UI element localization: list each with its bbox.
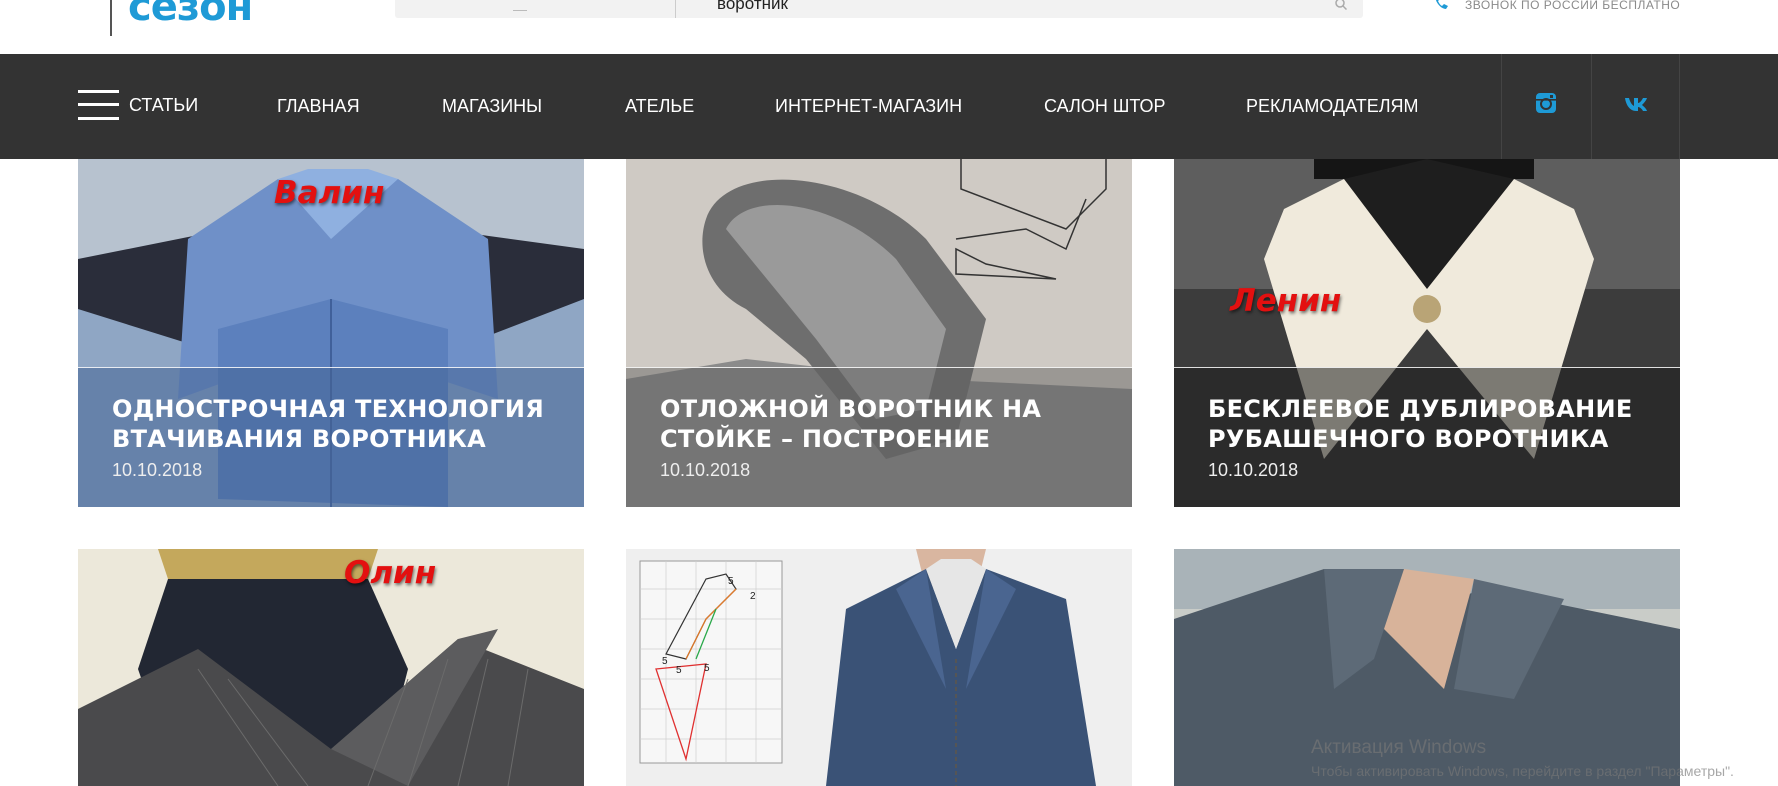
nav-item-atelier[interactable]: АТЕЛЬЕ (625, 96, 694, 117)
search-icon[interactable] (1335, 0, 1347, 10)
windows-activation-subtitle: Чтобы активировать Windows, перейдите в … (1311, 763, 1734, 779)
search-input[interactable]: воротник (717, 0, 788, 14)
nav-divider (1501, 54, 1502, 159)
search-divider (675, 0, 676, 18)
search-bar[interactable]: воротник (395, 0, 1363, 18)
watermark-stamp: Олин (344, 555, 437, 591)
pattern-label: 5 (728, 576, 734, 587)
watermark-stamp: Валин (274, 175, 385, 211)
article-title[interactable]: ОТЛОЖНОЙ ВОРОТНИК НА СТОЙКЕ – ПОСТРОЕНИЕ (660, 394, 1041, 454)
article-date: 10.10.2018 (112, 460, 203, 480)
instagram-icon[interactable] (1534, 91, 1558, 115)
nav-item-shops[interactable]: МАГАЗИНЫ (442, 96, 542, 117)
article-card[interactable]: ОТЛОЖНОЙ ВОРОТНИК НА СТОЙКЕ – ПОСТРОЕНИЕ… (626, 159, 1132, 507)
pattern-label: 5 (704, 663, 710, 674)
article-image-denim-jacket: 5 2 5 5 5 (626, 549, 1132, 786)
article-card[interactable]: Олин (78, 549, 584, 786)
article-title[interactable]: ОДНОСТРОЧНАЯ ТЕХНОЛОГИЯ ВТАЧИВАНИЯ ВОРОТ… (112, 394, 544, 454)
nav-divider (1679, 54, 1680, 159)
articles-menu-label: СТАТЬИ (129, 94, 199, 115)
article-title-line: РУБАШЕЧНОГО ВОРОТНИКА (1208, 425, 1609, 453)
article-card[interactable]: Ленин БЕСКЛЕЕВОЕ ДУБЛИРОВАНИЕ РУБАШЕЧНОГ… (1174, 159, 1680, 507)
phone-caption: ЗВОНОК ПО РОССИИ БЕСПЛАТНО (1465, 0, 1681, 12)
article-title-line: ОТЛОЖНОЙ ВОРОТНИК НА (660, 395, 1042, 423)
pattern-label: 2 (750, 591, 756, 602)
article-image-striped-shirt (78, 549, 584, 786)
article-title-line: ВТАЧИВАНИЯ ВОРОТНИКА (112, 425, 487, 453)
search-category-select[interactable] (513, 0, 527, 11)
article-date: 10.10.2018 (1208, 460, 1299, 480)
site-logo[interactable]: сезон (128, 0, 253, 30)
article-card[interactable]: 5 2 5 5 5 (626, 549, 1132, 786)
articles-menu-button[interactable]: СТАТЬИ (78, 89, 198, 121)
phone-icon (1435, 0, 1448, 9)
nav-item-online-store[interactable]: ИНТЕРНЕТ-МАГАЗИН (775, 96, 962, 117)
site-header: сезон воротник ЗВОНОК ПО РОССИИ БЕСПЛАТН… (0, 0, 1778, 54)
article-title[interactable]: БЕСКЛЕЕВОЕ ДУБЛИРОВАНИЕ РУБАШЕЧНОГО ВОРО… (1208, 394, 1633, 454)
article-date: 10.10.2018 (660, 460, 751, 480)
nav-item-advertisers[interactable]: РЕКЛАМОДАТЕЛЯМ (1246, 96, 1419, 117)
nav-item-curtain-salon[interactable]: САЛОН ШТОР (1044, 96, 1166, 117)
main-nav: СТАТЬИ ГЛАВНАЯ МАГАЗИНЫ АТЕЛЬЕ ИНТЕРНЕТ-… (0, 54, 1778, 159)
nav-divider (1591, 54, 1592, 159)
article-title-line: СТОЙКЕ – ПОСТРОЕНИЕ (660, 425, 991, 453)
article-title-line: ОДНОСТРОЧНАЯ ТЕХНОЛОГИЯ (112, 395, 544, 423)
vk-icon[interactable] (1624, 91, 1648, 115)
watermark-stamp: Ленин (1230, 283, 1342, 319)
windows-activation-title: Активация Windows (1311, 737, 1487, 758)
nav-item-home[interactable]: ГЛАВНАЯ (277, 96, 360, 117)
pattern-label: 5 (676, 665, 682, 676)
pattern-label: 5 (662, 656, 668, 667)
article-title-line: БЕСКЛЕЕВОЕ ДУБЛИРОВАНИЕ (1208, 395, 1633, 423)
logo-divider (110, 0, 112, 36)
article-card[interactable]: Валин ОДНОСТРОЧНАЯ ТЕХНОЛОГИЯ ВТАЧИВАНИЯ… (78, 159, 584, 507)
hamburger-icon[interactable] (78, 89, 119, 121)
